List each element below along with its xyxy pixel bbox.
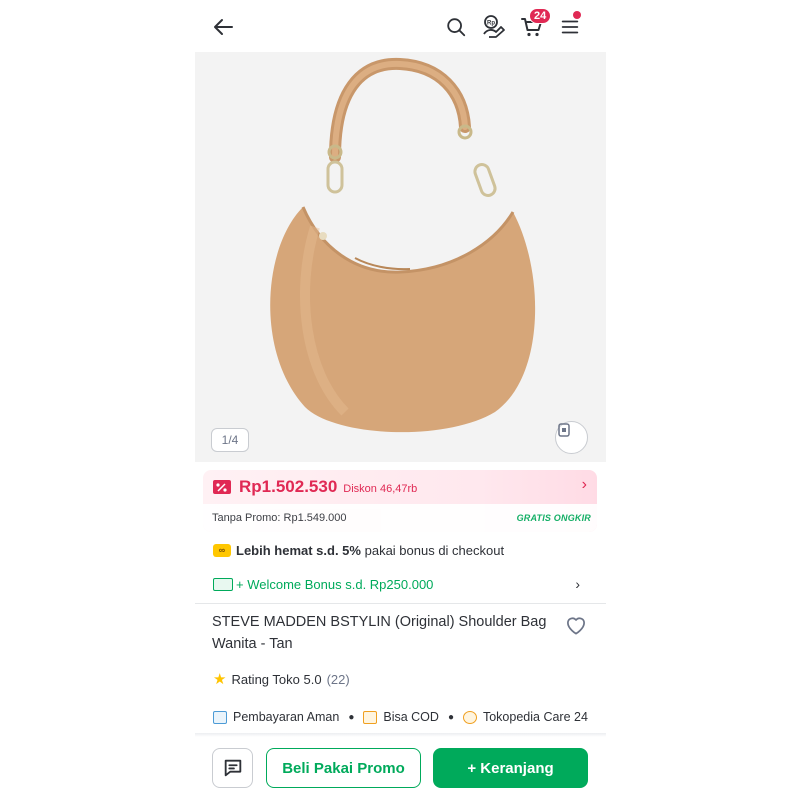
product-image-gallery[interactable]: 1/4 xyxy=(195,52,606,462)
bonus-coin-icon: ∞ xyxy=(213,543,231,557)
product-title: STEVE MADDEN BSTYLIN (Original) Shoulder… xyxy=(212,614,547,652)
badge-cod: Bisa COD xyxy=(383,710,439,724)
divider xyxy=(195,603,606,604)
star-icon: ★ xyxy=(213,671,227,688)
service-badges: Pembayaran Aman ● Bisa COD ● Tokopedia C… xyxy=(213,708,588,726)
product-page: Rp 24 1/4 Rp1.502.530 Diskon 46,47rb › T… xyxy=(195,0,606,800)
price-section[interactable]: Rp1.502.530 Diskon 46,47rb › Tanpa Promo… xyxy=(203,470,597,532)
notification-dot xyxy=(573,11,581,19)
heart-icon[interactable] xyxy=(563,612,589,638)
cart-count-badge: 24 xyxy=(529,8,552,24)
cod-icon xyxy=(363,710,378,724)
ticket-icon xyxy=(213,480,231,494)
free-shipping-badge: GRATIS ONGKIR xyxy=(516,513,591,523)
welcome-bonus-row[interactable]: + Welcome Bonus s.d. Rp250.000 › xyxy=(213,575,588,593)
buy-with-promo-button[interactable]: Beli Pakai Promo xyxy=(266,748,421,788)
savings-bold: Lebih hemat s.d. 5% xyxy=(236,542,361,558)
chevron-right-icon: › xyxy=(575,576,580,592)
secure-payment-icon xyxy=(213,710,227,724)
store-rating[interactable]: ★ Rating Toko 5.0 (22) xyxy=(213,670,350,688)
care-icon xyxy=(462,710,477,724)
rating-count: (22) xyxy=(326,671,350,687)
chat-button[interactable] xyxy=(212,748,253,788)
image-counter: 1/4 xyxy=(211,428,249,452)
price-without-promo: Tanpa Promo: Rp1.549.000 xyxy=(212,512,347,524)
welcome-bonus-label: + Welcome Bonus s.d. Rp250.000 xyxy=(236,576,434,592)
bottom-bar-shadow xyxy=(195,733,606,737)
separator-dot: ● xyxy=(348,711,355,723)
price-subrow: Tanpa Promo: Rp1.549.000 GRATIS ONGKIR xyxy=(203,504,597,532)
separator-dot: ● xyxy=(447,711,454,723)
savings-text: pakai bonus di checkout xyxy=(364,542,505,558)
top-bar: Rp 24 xyxy=(195,0,606,52)
rating-label: Rating Toko 5.0 xyxy=(231,671,322,687)
arrow-left-icon[interactable] xyxy=(209,12,239,42)
svg-text:Rp: Rp xyxy=(487,21,495,27)
price-row: Rp1.502.530 Diskon 46,47rb xyxy=(213,475,417,499)
badge-care: Tokopedia Care 24 xyxy=(482,710,588,724)
rp-coupon-icon[interactable]: Rp xyxy=(479,12,509,42)
try-on-icon[interactable] xyxy=(555,421,588,454)
product-image xyxy=(270,57,536,433)
current-price: Rp1.502.530 xyxy=(239,477,338,496)
voucher-icon xyxy=(213,577,233,591)
discount-amount: Diskon 46,47rb xyxy=(343,482,418,495)
chat-icon xyxy=(224,759,241,777)
add-to-cart-button[interactable]: + Keranjang xyxy=(433,748,588,788)
savings-info: ∞ Lebih hemat s.d. 5% pakai bonus di che… xyxy=(213,541,504,559)
search-icon[interactable] xyxy=(441,12,471,42)
chevron-right-icon: › xyxy=(581,476,587,493)
badge-payment: Pembayaran Aman xyxy=(233,710,340,724)
